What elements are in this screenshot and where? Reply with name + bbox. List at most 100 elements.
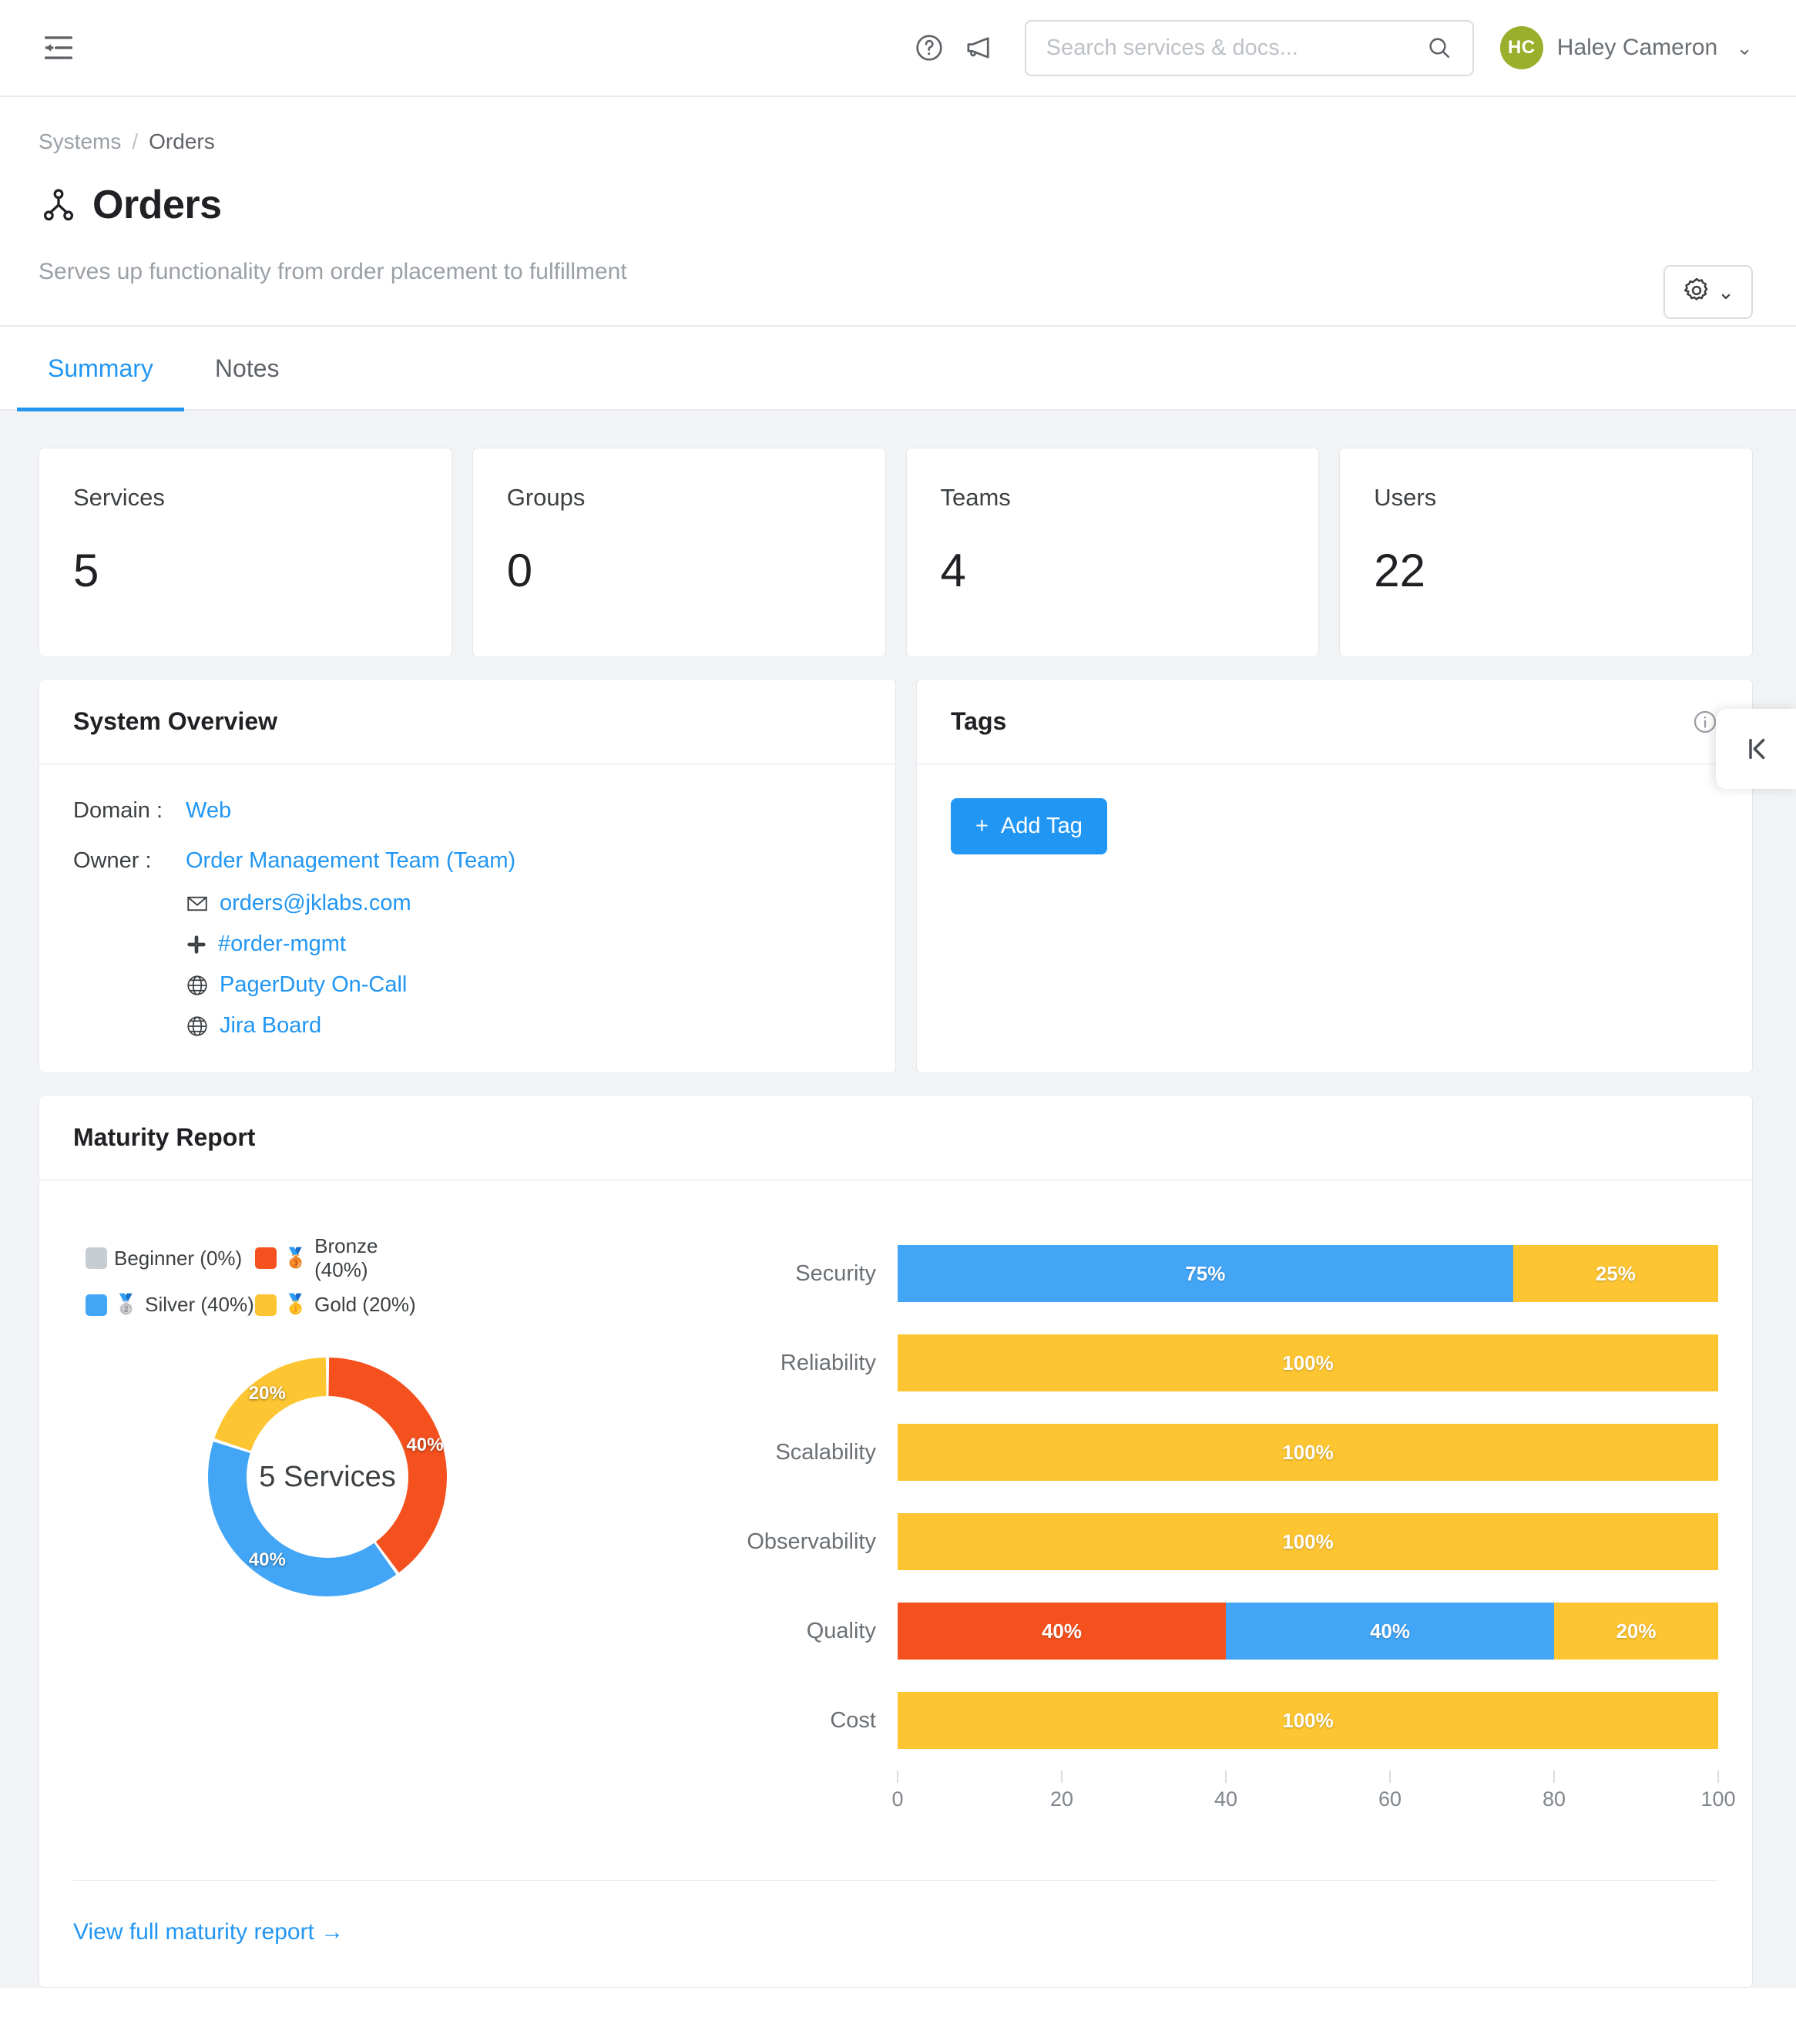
domain-label: Domain : [73, 798, 163, 823]
maturity-bars-column: Security 75% 25% Reliability 100% Scalability… [690, 1234, 1736, 1829]
bar-row-label: Cost [830, 1707, 876, 1733]
stat-card-users: Users 22 [1339, 448, 1753, 657]
medal-icon: 🥉 [284, 1247, 308, 1269]
page-content: Services 5 Groups 0 Teams 4 Users 22 Sys… [0, 411, 1796, 1988]
bar-track: 100% [898, 1334, 1718, 1391]
stat-label: Users [1374, 484, 1437, 511]
bar-row: Reliability 100% [690, 1334, 1718, 1391]
domain-value-link[interactable]: Web [186, 798, 231, 824]
application-window: HC Haley Cameron ⌄ Systems / Orders Orde… [0, 0, 1796, 2044]
system-overview-panel: System Overview Domain : Web Owner : Ord… [39, 679, 896, 1073]
bar-segment[interactable]: 100% [898, 1334, 1718, 1391]
axis-tick-label: 80 [1542, 1787, 1566, 1811]
owner-email-link[interactable]: orders@jklabs.com [186, 891, 515, 916]
settings-menu-button[interactable]: ⌄ [1663, 265, 1753, 319]
tab-summary[interactable]: Summary [17, 327, 184, 411]
owner-jira-link[interactable]: Jira Board [186, 1013, 515, 1039]
page-subtitle: Serves up functionality from order place… [39, 259, 627, 284]
legend-item: 🥇 Gold (20%) [255, 1293, 425, 1317]
bar-segment[interactable]: 100% [898, 1692, 1718, 1749]
domain-field: Domain : Web [73, 798, 861, 824]
page-title: Orders [92, 183, 222, 227]
bar-segment[interactable]: 20% [1554, 1603, 1718, 1660]
medal-icon: 🥈 [114, 1294, 139, 1315]
search-icon [1426, 35, 1452, 61]
owner-contact-links: orders@jklabs.com #order-mgmt PagerDuty … [186, 891, 515, 1039]
help-icon[interactable] [905, 23, 954, 72]
view-full-maturity-report-link[interactable]: View full maturity report → [73, 1919, 344, 1945]
owner-pagerduty-link[interactable]: PagerDuty On-Call [186, 972, 515, 998]
maturity-footer: View full maturity report → [73, 1880, 1718, 1987]
panel-header: Maturity Report [39, 1096, 1752, 1180]
bar-segment[interactable]: 25% [1512, 1245, 1718, 1302]
breadcrumb-orders[interactable]: Orders [149, 129, 215, 154]
bar-segment[interactable]: 100% [898, 1513, 1718, 1570]
axis-tick-label: 40 [1214, 1787, 1238, 1811]
owner-value-link[interactable]: Order Management Team (Team) [186, 848, 515, 873]
axis-tick-label: 60 [1378, 1787, 1402, 1811]
legend-item: 🥈 Silver (40%) [86, 1293, 255, 1317]
axis-tick [1717, 1770, 1719, 1783]
owner-slack-link[interactable]: #order-mgmt [186, 931, 515, 957]
axis-tick [1225, 1770, 1227, 1783]
bar-track: 100% [898, 1513, 1718, 1570]
bar-track: 100% [898, 1692, 1718, 1749]
topbar-actions: HC Haley Cameron ⌄ [905, 19, 1753, 76]
axis-tick-label: 100 [1700, 1787, 1736, 1811]
bar-track: 100% [898, 1424, 1718, 1481]
maturity-bar-rows: Security 75% 25% Reliability 100% Scalability… [690, 1245, 1718, 1749]
panel-title: Maturity Report [73, 1123, 256, 1151]
avatar: HC [1499, 26, 1543, 69]
bar-segment[interactable]: 40% [898, 1603, 1226, 1660]
bar-segment[interactable]: 75% [898, 1245, 1513, 1302]
global-search-box[interactable] [1024, 19, 1474, 76]
bar-row: Security 75% 25% [690, 1245, 1718, 1302]
bar-segment[interactable]: 100% [898, 1424, 1718, 1481]
owner-field: Owner : Order Management Team (Team) ord… [73, 848, 861, 1039]
stat-label: Services [73, 484, 165, 511]
owner-email-text: orders@jklabs.com [220, 891, 411, 915]
tab-notes[interactable]: Notes [184, 327, 311, 411]
announcements-megaphone-icon[interactable] [954, 23, 1003, 72]
user-name: Haley Cameron [1556, 35, 1718, 60]
bar-row-label: Reliability [780, 1350, 876, 1375]
maturity-legend: Beginner (0%) 🥉 Bronze (40%) 🥈 Silver (40%) 🥇… [86, 1234, 425, 1327]
owner-label: Owner : [73, 848, 152, 873]
legend-label: Beginner (0%) [114, 1246, 243, 1270]
legend-swatch [255, 1294, 277, 1316]
legend-label: Silver (40%) [145, 1293, 254, 1316]
stat-value: 0 [506, 545, 533, 596]
sidebar-toggle-icon[interactable] [39, 28, 79, 68]
bar-row-label: Security [795, 1260, 876, 1286]
collapse-right-panel-button[interactable] [1716, 709, 1796, 789]
breadcrumb-systems[interactable]: Systems [39, 129, 121, 154]
maturity-donut-column: Beginner (0%) 🥉 Bronze (40%) 🥈 Silver (40%) 🥇… [73, 1234, 690, 1829]
stat-card-services: Services 5 [39, 448, 452, 657]
panel-body: + Add Tag [917, 764, 1752, 888]
axis-tick-label: 20 [1049, 1787, 1074, 1811]
panel-header: Tags [917, 680, 1752, 764]
add-tag-button[interactable]: + Add Tag [951, 798, 1107, 854]
maturity-donut-chart: 5 Services 40% 40% 20% [196, 1346, 458, 1608]
slack-icon [186, 934, 207, 955]
stats-row: Services 5 Groups 0 Teams 4 Users 22 [39, 448, 1753, 657]
bar-row: Cost 100% [690, 1692, 1718, 1749]
bar-track: 40% 40% 20% [898, 1603, 1718, 1660]
envelope-icon [186, 892, 209, 915]
info-icon[interactable] [1692, 709, 1718, 735]
legend-label: Gold (20%) [314, 1293, 416, 1316]
legend-swatch [255, 1247, 277, 1269]
axis-tick [1061, 1770, 1062, 1783]
legend-item: Beginner (0%) [86, 1234, 255, 1282]
user-menu[interactable]: HC Haley Cameron ⌄ [1499, 26, 1753, 69]
panel-body: Domain : Web Owner : Order Management Te… [39, 764, 895, 1072]
system-node-icon [39, 185, 79, 225]
donut-slice-label: 20% [248, 1383, 286, 1405]
bar-row: Observability 100% [690, 1513, 1718, 1570]
bar-segment[interactable]: 40% [1226, 1603, 1554, 1660]
search-input[interactable] [1046, 35, 1426, 61]
bar-row-label: Quality [806, 1618, 876, 1643]
donut-center-label: 5 Services [259, 1460, 396, 1493]
tags-panel: Tags + Add Tag [916, 679, 1753, 1073]
bar-row-label: Observability [747, 1529, 876, 1554]
